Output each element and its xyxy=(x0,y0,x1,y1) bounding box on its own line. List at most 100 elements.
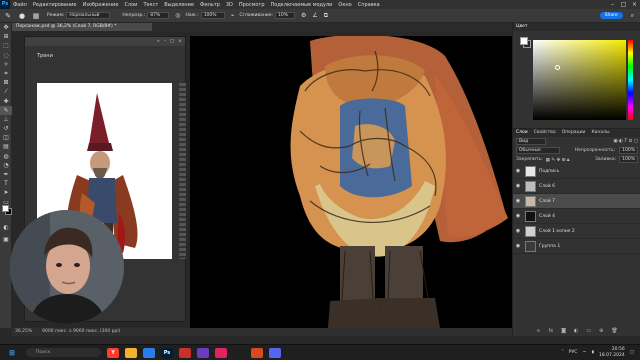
filter-icons[interactable]: ▣ ◐ T ⊡ ▢ xyxy=(613,139,638,144)
new-layer-icon[interactable]: ⊕ xyxy=(599,328,603,334)
screen-mode-icon[interactable]: ▣ xyxy=(0,235,12,244)
trash-icon[interactable]: 🗑︎ xyxy=(611,328,617,334)
layer-fill-field[interactable]: 100% xyxy=(619,156,638,163)
taskbar-app-icon[interactable]: Ps xyxy=(161,347,173,358)
taskbar-app-icon[interactable] xyxy=(269,347,281,358)
smoothing-field[interactable]: 10% xyxy=(275,12,295,19)
symmetry-icon[interactable]: ⧉ xyxy=(324,12,328,20)
volume-icon[interactable]: ◖ xyxy=(592,350,594,355)
visibility-eye-icon[interactable]: ◉ xyxy=(513,168,523,174)
layer-row[interactable]: ◉ Группа 1 xyxy=(513,239,640,254)
smoothing-settings-icon[interactable]: ⚙ xyxy=(301,12,306,19)
menu-filter[interactable]: Фильтр xyxy=(197,2,223,8)
search-icon[interactable]: ⌕ xyxy=(631,12,634,20)
notification-icon[interactable]: ▢ xyxy=(630,350,634,355)
eyedropper-icon[interactable]: ⁄ xyxy=(0,87,12,96)
taskbar-app-icon[interactable]: Y xyxy=(107,347,119,358)
menu-3d[interactable]: 3D xyxy=(223,2,236,8)
clock[interactable]: 20:56 18.07.2024 xyxy=(599,347,625,358)
clone-stamp-icon[interactable]: ⊥ xyxy=(0,115,12,124)
pen-tool-icon[interactable]: ✒ xyxy=(0,170,12,179)
taskbar-app-icon[interactable] xyxy=(179,347,191,358)
artboard[interactable] xyxy=(190,36,512,328)
layer-opacity-field[interactable]: 100% xyxy=(619,147,638,154)
adjustment-icon[interactable]: ◐ xyxy=(574,328,578,334)
link-icon[interactable]: ∞ xyxy=(536,328,540,334)
brush-tool-icon[interactable]: ✎ xyxy=(2,11,14,21)
opacity-field[interactable]: 87% xyxy=(147,12,170,19)
layer-row[interactable]: ◉ Слой 6 xyxy=(513,179,640,194)
collapse-icon[interactable]: « xyxy=(157,37,160,46)
layer-row[interactable]: ◉ Подпись xyxy=(513,164,640,179)
tab-actions[interactable]: Операции xyxy=(559,129,589,137)
tab-layers[interactable]: Слои xyxy=(513,129,531,137)
taskbar-search[interactable]: Поиск xyxy=(26,348,101,357)
folder-icon[interactable]: ▭ xyxy=(586,328,591,334)
crop-tool-icon[interactable]: ⌗ xyxy=(0,69,12,78)
pressure-opacity-icon[interactable]: ◎ xyxy=(175,12,180,19)
menu-plugins[interactable]: Подключаемые модули xyxy=(268,2,336,8)
healing-brush-icon[interactable]: ✚ xyxy=(0,97,12,106)
brush-settings-icon[interactable]: ▦ xyxy=(30,11,42,21)
document-tab[interactable]: Персонаж.psd @ 36,2% (Слой 7, RGB/8#) * xyxy=(12,23,152,31)
path-select-icon[interactable]: ➤ xyxy=(0,188,12,197)
brush-tool-icon[interactable]: ✎ xyxy=(0,105,12,115)
menu-view[interactable]: Просмотр xyxy=(236,2,268,8)
reference-thumbnails[interactable] xyxy=(179,83,186,259)
angle-icon[interactable]: ∠ xyxy=(312,12,317,19)
taskbar-app-icon[interactable] xyxy=(197,347,209,358)
mask-icon[interactable]: ◙ xyxy=(561,328,566,334)
chevron-up-icon[interactable]: ˄ xyxy=(562,350,564,355)
close-icon[interactable]: × xyxy=(629,0,640,9)
tab-color[interactable]: Цвет xyxy=(513,23,531,31)
visibility-eye-icon[interactable]: ◉ xyxy=(513,213,523,219)
history-brush-icon[interactable]: ↺ xyxy=(0,124,12,133)
minimize-icon[interactable]: – xyxy=(607,0,618,9)
dodge-tool-icon[interactable]: ◔ xyxy=(0,161,12,170)
menu-window[interactable]: Окно xyxy=(335,2,354,8)
menu-image[interactable]: Изображение xyxy=(79,2,121,8)
tab-channels[interactable]: Каналы xyxy=(588,129,612,137)
foreground-color-chip[interactable] xyxy=(520,37,528,45)
quick-mask-icon[interactable]: ◐ xyxy=(0,223,12,232)
fx-icon[interactable]: fx xyxy=(548,328,553,334)
taskbar-app-icon[interactable] xyxy=(143,347,155,358)
start-icon[interactable]: ⊞ xyxy=(6,348,18,358)
foreground-color-swatch[interactable] xyxy=(2,205,9,212)
pressure-field[interactable]: 100% xyxy=(200,12,225,19)
layer-row[interactable]: ◉ Слой 4 xyxy=(513,209,640,224)
menu-layers[interactable]: Слои xyxy=(121,2,140,8)
color-marker[interactable] xyxy=(555,65,560,70)
hue-slider[interactable] xyxy=(628,40,633,120)
blend-mode-select[interactable]: Нормальный xyxy=(66,12,111,19)
marquee-tool-icon[interactable]: ⬚ xyxy=(0,41,12,50)
layer-filter-select[interactable]: Вид xyxy=(516,138,546,145)
close-icon[interactable]: × xyxy=(178,37,182,46)
layer-blend-mode[interactable]: Обычные xyxy=(516,147,560,154)
color-picker-field[interactable] xyxy=(533,40,626,120)
lock-icons[interactable]: ▦ ✎ ✥ ⊞ 🔒︎ xyxy=(546,157,570,163)
visibility-eye-icon[interactable]: ◉ xyxy=(513,243,523,249)
reference-panel-header[interactable]: « – □ × xyxy=(25,37,185,46)
brush-preset-icon[interactable]: ● xyxy=(16,11,28,21)
menu-file[interactable]: Файл xyxy=(10,2,30,8)
language-indicator[interactable]: РУС xyxy=(569,350,578,355)
taskbar-app-icon[interactable] xyxy=(215,347,227,358)
visibility-eye-icon[interactable]: ◉ xyxy=(513,198,523,204)
maximize-icon[interactable]: □ xyxy=(170,37,174,46)
blur-tool-icon[interactable]: ◍ xyxy=(0,152,12,161)
layer-row[interactable]: ◉ Слой 7 xyxy=(513,194,640,209)
lasso-tool-icon[interactable]: ◌ xyxy=(0,51,12,60)
artboard-tool-icon[interactable]: ⊞ xyxy=(0,32,12,41)
airbrush-icon[interactable]: ⌁ xyxy=(231,12,235,19)
minimize-icon[interactable]: – xyxy=(164,37,166,46)
zoom-level[interactable]: 36,25% xyxy=(15,328,32,336)
type-tool-icon[interactable]: T xyxy=(0,179,12,188)
maximize-icon[interactable]: □ xyxy=(618,0,629,9)
frame-tool-icon[interactable]: ⊠ xyxy=(0,78,12,87)
magic-wand-icon[interactable]: ✧ xyxy=(0,60,12,69)
visibility-eye-icon[interactable]: ◉ xyxy=(513,228,523,234)
menu-type[interactable]: Текст xyxy=(140,2,161,8)
move-tool-icon[interactable]: ✥ xyxy=(0,23,12,32)
layer-row[interactable]: ◉ Слой 1 копия 2 xyxy=(513,224,640,239)
